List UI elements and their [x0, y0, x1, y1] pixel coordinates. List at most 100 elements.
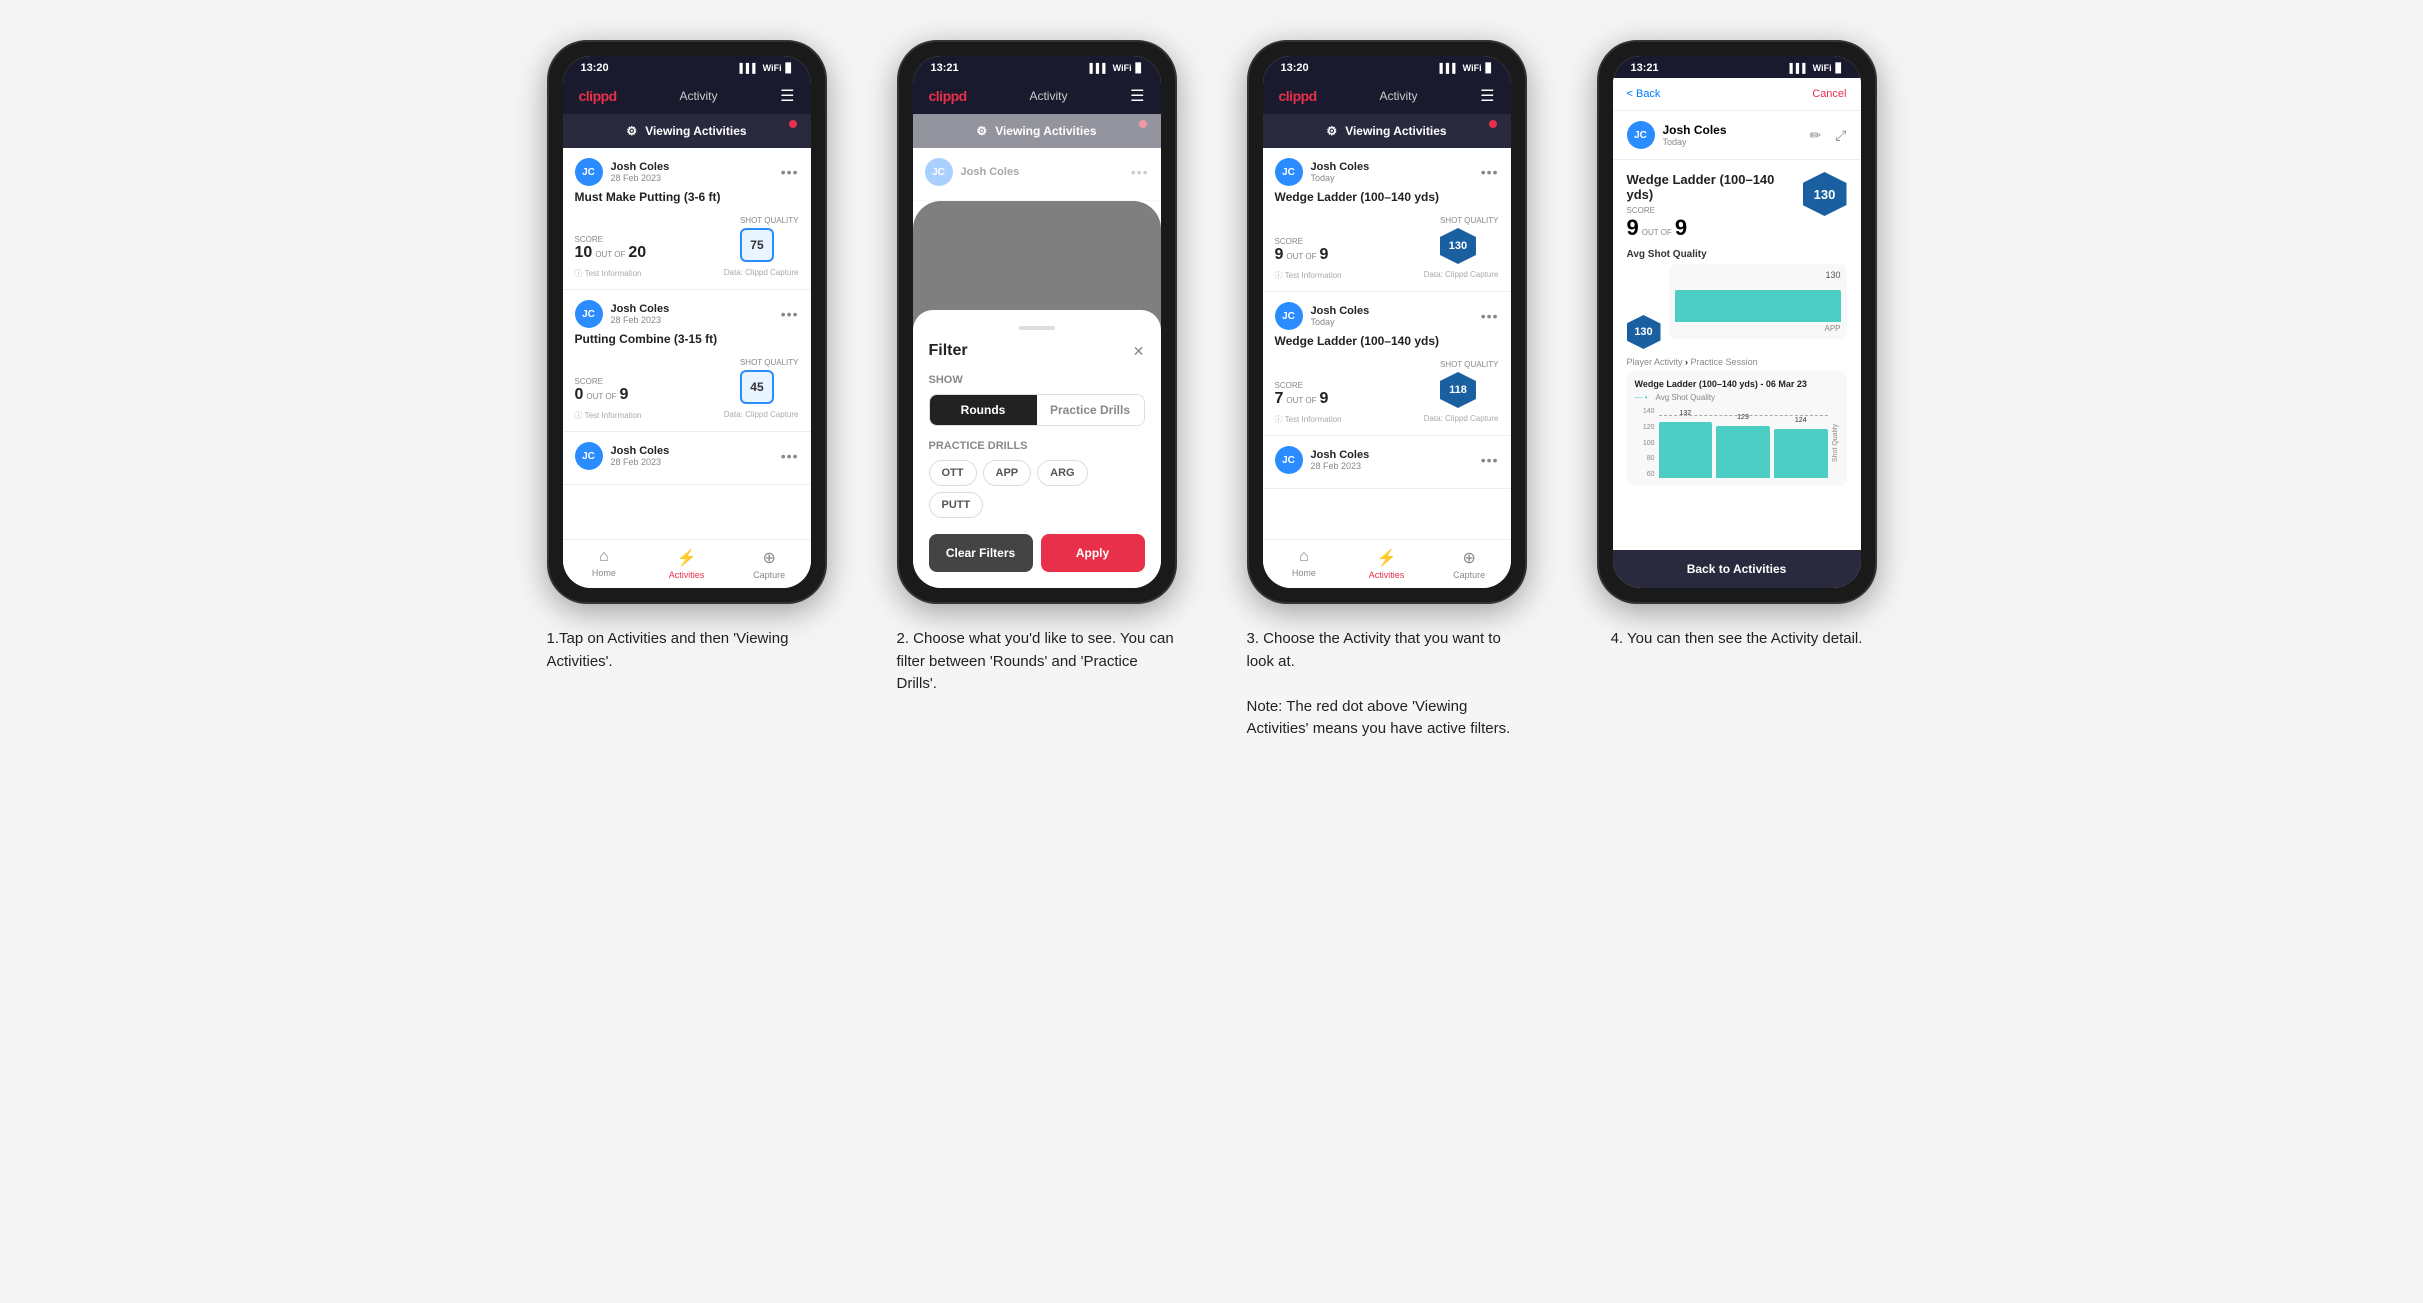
more-dots-1-2[interactable]: ••• [781, 306, 799, 322]
activity-card-3-3[interactable]: JC Josh Coles 28 Feb 2023 ••• [1263, 436, 1511, 489]
bar-4-1 [1675, 290, 1841, 322]
status-bar-4: 13:21 ▌▌▌ WiFi ▊ [1613, 56, 1861, 78]
stats-row-1-1: Score 10 OUT OF 20 Shot Quality 75 [575, 210, 799, 262]
activity-card-3-2[interactable]: JC Josh Coles Today ••• Wedge Ladder (10… [1263, 292, 1511, 436]
user-details-3-3: Josh Coles 28 Feb 2023 [1311, 449, 1370, 471]
tab-capture-3[interactable]: ⊕ Capture [1428, 540, 1511, 588]
back-button-4[interactable]: < Back [1627, 88, 1661, 100]
detail-content-4: Wedge Ladder (100–140 yds) Score 9 OUT O… [1613, 160, 1861, 550]
score-value-1-1: 10 OUT OF 20 [575, 244, 647, 262]
rounds-toggle[interactable]: Rounds [930, 395, 1037, 425]
red-dot-2 [1139, 120, 1147, 128]
more-dots-3-3[interactable]: ••• [1481, 452, 1499, 468]
step-4: 13:21 ▌▌▌ WiFi ▊ < Back Cancel JC J [1577, 40, 1897, 651]
sq-hex-3-1: 130 [1440, 228, 1476, 264]
bottom-tabs-3: ⌂ Home ⚡ Activities ⊕ Capture [1263, 539, 1511, 588]
stats-row-1-2: Score 0 OUT OF 9 Shot Quality 45 [575, 352, 799, 404]
nav-title-3: Activity [1379, 89, 1417, 103]
detail-section-title-4: Wedge Ladder (100–140 yds) [1627, 172, 1803, 202]
caption-2: 2. Choose what you'd like to see. You ca… [897, 628, 1177, 696]
menu-icon-3[interactable]: ☰ [1480, 86, 1494, 106]
red-dot-3 [1489, 120, 1497, 128]
viewing-banner-1[interactable]: ⚙ Viewing Activities [563, 114, 811, 148]
tag-putt[interactable]: PUTT [929, 492, 984, 518]
time-4: 13:21 [1631, 62, 1659, 74]
activity-title-3-2: Wedge Ladder (100–140 yds) [1275, 334, 1499, 348]
more-dots-1-3[interactable]: ••• [781, 448, 799, 464]
tab-capture-1[interactable]: ⊕ Capture [728, 540, 811, 588]
bar-chart-4: 132 129 124 [1659, 408, 1828, 478]
nav-bar-3: clippd Activity ☰ [1263, 78, 1511, 114]
avg-sq-label-4: Avg Shot Quality [1627, 249, 1847, 260]
chart-wrapper-4: 140 120 100 80 60 132 [1635, 408, 1839, 478]
tag-arg[interactable]: ARG [1037, 460, 1087, 486]
apply-button[interactable]: Apply [1041, 534, 1145, 572]
user-details-1-3: Josh Coles 28 Feb 2023 [611, 445, 670, 467]
tab-home-3[interactable]: ⌂ Home [1263, 540, 1346, 588]
menu-icon-2[interactable]: ☰ [1130, 86, 1144, 106]
phone-3: 13:20 ▌▌▌ WiFi ▊ clippd Activity ☰ ⚙ V [1247, 40, 1527, 604]
caption-1: 1.Tap on Activities and then 'Viewing Ac… [547, 628, 827, 673]
home-icon-1: ⌂ [599, 548, 609, 566]
detail-score-area-4: Score 9 OUT OF 9 [1627, 206, 1803, 241]
more-dots-3-1[interactable]: ••• [1481, 164, 1499, 180]
out-of-label-3-2: OUT OF [1286, 396, 1316, 405]
avatar-1-1: JC [575, 158, 603, 186]
stat-block-score-3-1: Score 9 OUT OF 9 [1275, 237, 1329, 264]
bar-4-c: 124 [1774, 429, 1828, 478]
user-info-1-1: JC Josh Coles 28 Feb 2023 [575, 158, 670, 186]
score-value-3-2: 7 OUT OF 9 [1275, 390, 1329, 408]
activity-card-1-1[interactable]: JC Josh Coles 28 Feb 2023 ••• Must Make … [563, 148, 811, 290]
menu-icon-1[interactable]: ☰ [780, 86, 794, 106]
hex-badge-small-4: 130 [1627, 315, 1661, 349]
filter-icon-1: ⚙ [626, 124, 637, 138]
status-bar-3: 13:20 ▌▌▌ WiFi ▊ [1263, 56, 1511, 78]
stats-row-3-1: Score 9 OUT OF 9 Shot Quality 130 [1275, 210, 1499, 264]
footer-right-1-2: Data: Clippd Capture [724, 410, 799, 421]
sq-block-3-2: Shot Quality 118 [1440, 354, 1499, 408]
score-label-1-2: Score [575, 377, 629, 386]
modal-close-button[interactable]: ✕ [1133, 343, 1145, 360]
user-name-1-2: Josh Coles [611, 303, 670, 315]
tag-app[interactable]: APP [983, 460, 1032, 486]
legend-4: — • Avg Shot Quality [1635, 393, 1839, 402]
viewing-banner-3[interactable]: ⚙ Viewing Activities [1263, 114, 1511, 148]
tab-home-label-1: Home [592, 568, 616, 578]
phone-1: 13:20 ▌▌▌ WiFi ▊ clippd Activity ☰ ⚙ V [547, 40, 827, 604]
card-header-3-2: JC Josh Coles Today ••• [1275, 302, 1499, 330]
activity-title-1-2: Putting Combine (3-15 ft) [575, 332, 799, 346]
score-label-3-2: Score [1275, 381, 1329, 390]
time-3: 13:20 [1281, 62, 1309, 74]
user-name-1-1: Josh Coles [611, 161, 670, 173]
activity-title-1-1: Must Make Putting (3-6 ft) [575, 190, 799, 204]
practice-drills-toggle[interactable]: Practice Drills [1037, 395, 1144, 425]
user-date-3-2: Today [1311, 317, 1370, 327]
activity-card-1-3[interactable]: JC Josh Coles 28 Feb 2023 ••• [563, 432, 811, 485]
phone-4-screen: 13:21 ▌▌▌ WiFi ▊ < Back Cancel JC J [1613, 56, 1861, 588]
activity-card-3-1[interactable]: JC Josh Coles Today ••• Wedge Ladder (10… [1263, 148, 1511, 292]
cancel-button-4[interactable]: Cancel [1812, 88, 1846, 100]
tab-activities-3[interactable]: ⚡ Activities [1345, 540, 1428, 588]
tag-ott[interactable]: OTT [929, 460, 977, 486]
tab-activities-1[interactable]: ⚡ Activities [645, 540, 728, 588]
more-dots-1-1[interactable]: ••• [781, 164, 799, 180]
wifi-icon-4: WiFi [1813, 63, 1832, 73]
bg-card-header-2: JC Josh Coles ••• [925, 158, 1149, 186]
sq-hex-3-2: 118 [1440, 372, 1476, 408]
more-dots-3-2[interactable]: ••• [1481, 308, 1499, 324]
detail-user-date-4: Today [1663, 137, 1727, 147]
tab-activities-label-1: Activities [669, 570, 705, 580]
avatar-3-2: JC [1275, 302, 1303, 330]
expand-icon-4[interactable]: ⤢ [1835, 127, 1846, 144]
user-name-1-3: Josh Coles [611, 445, 670, 457]
user-info-1-2: JC Josh Coles 28 Feb 2023 [575, 300, 670, 328]
edit-icon-4[interactable]: ✏ [1810, 127, 1822, 144]
viewing-label-1: Viewing Activities [645, 124, 746, 138]
nav-bar-2: clippd Activity ☰ [913, 78, 1161, 114]
tab-home-1[interactable]: ⌂ Home [563, 540, 646, 588]
wifi-icon-1: WiFi [763, 63, 782, 73]
clear-filters-button[interactable]: Clear Filters [929, 534, 1033, 572]
footer-right-1-1: Data: Clippd Capture [724, 268, 799, 279]
activity-card-1-2[interactable]: JC Josh Coles 28 Feb 2023 ••• Putting Co… [563, 290, 811, 432]
back-to-activities-button-4[interactable]: Back to Activities [1613, 550, 1861, 588]
